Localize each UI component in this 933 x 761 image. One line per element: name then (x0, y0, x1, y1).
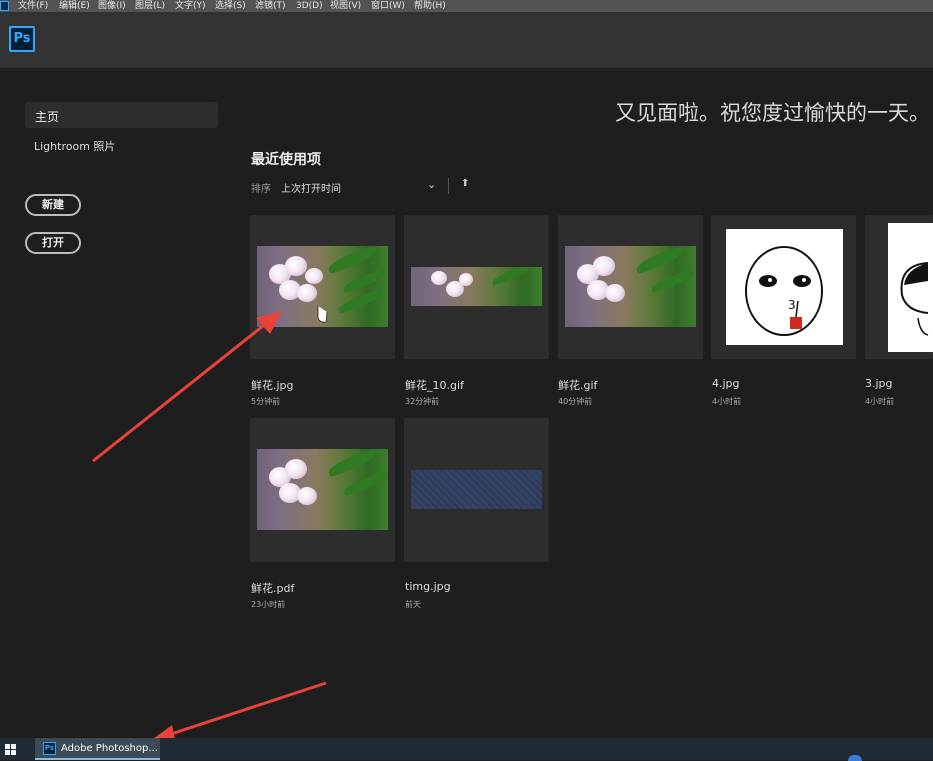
annotation-arrows (92, 306, 328, 745)
windows-start-icon[interactable] (5, 744, 17, 756)
taskbar-app-label: Adobe Photoshop... (61, 743, 158, 754)
taskbar: Ps Adobe Photoshop... (0, 738, 933, 760)
tray-icon[interactable] (848, 755, 862, 761)
photoshop-taskbar-icon: Ps (43, 742, 56, 755)
taskbar-photoshop[interactable]: Ps Adobe Photoshop... (35, 738, 160, 760)
